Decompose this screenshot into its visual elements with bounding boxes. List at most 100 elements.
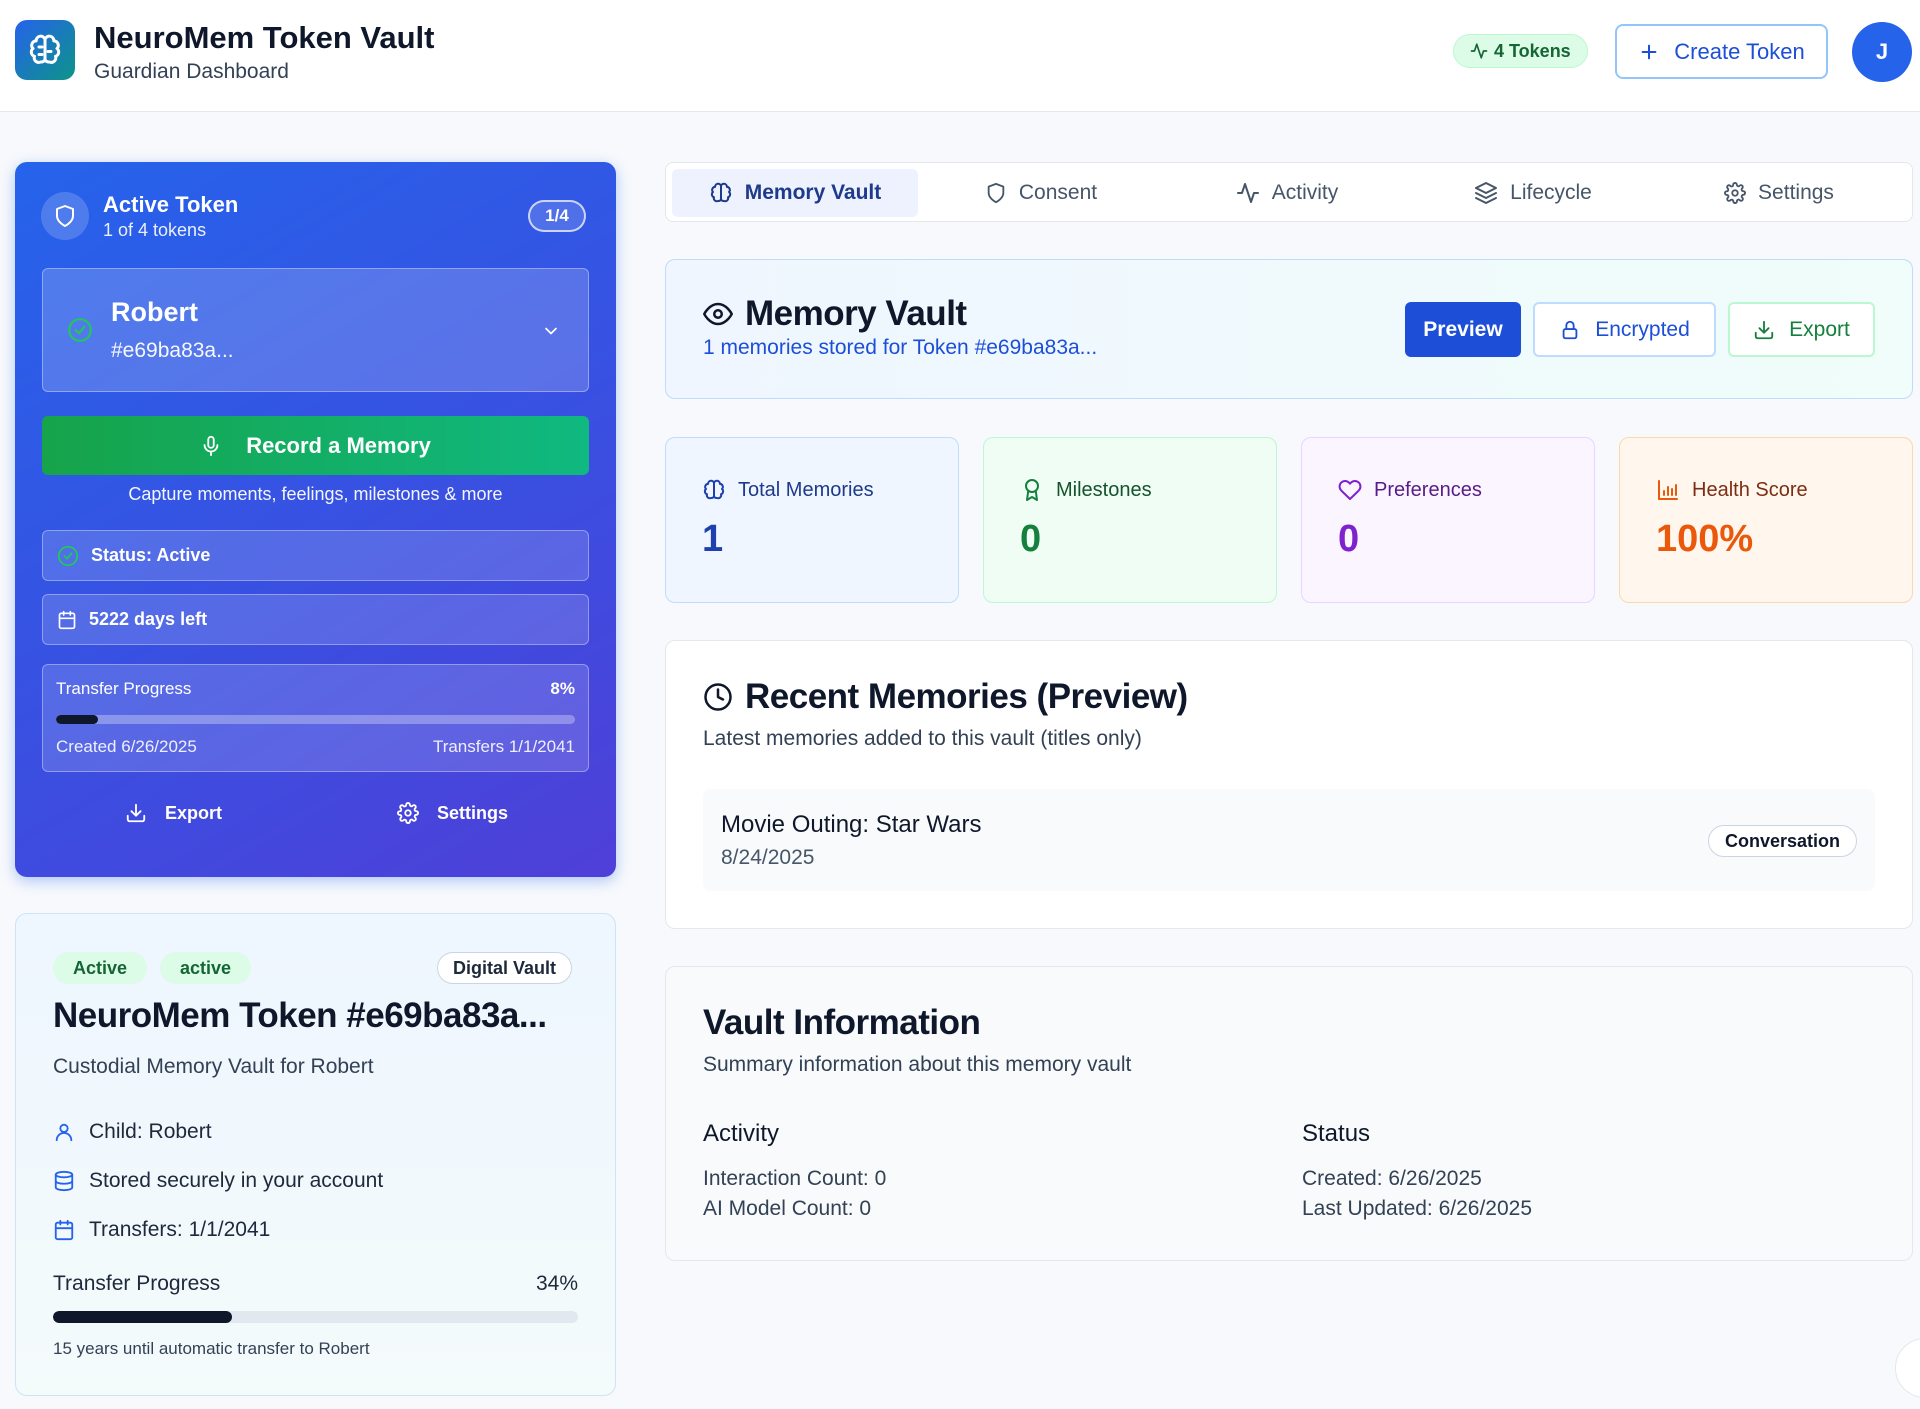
stat-health-score-text: Health Score — [1692, 478, 1808, 501]
info-progress-percent: 34% — [535, 1272, 578, 1295]
token-info-subtitle: Custodial Memory Vault for Robert — [53, 1055, 374, 1078]
info-progress-label: Transfer Progress — [53, 1272, 221, 1295]
gear-icon — [1724, 182, 1747, 204]
selected-token-hash: #e69ba83a... — [111, 339, 234, 362]
stat-total-memories-text: Total Memories — [738, 478, 874, 501]
create-token-button[interactable]: Create Token — [1615, 24, 1828, 79]
tab-memory-vault[interactable]: Memory Vault — [672, 169, 918, 217]
token-export-button[interactable]: Export — [125, 802, 222, 824]
stat-total-memories-value: 1 — [702, 518, 724, 560]
tab-consent-label: Consent — [1018, 181, 1098, 204]
list-item[interactable]: Movie Outing: Star Wars 8/24/2025 Conver… — [703, 789, 1875, 891]
app-subtitle: Guardian Dashboard — [94, 60, 289, 83]
active-token-card: Active Token 1 of 4 tokens 1/4 Robert #e… — [15, 162, 616, 877]
tokens-badge-label: 4 Tokens — [1494, 40, 1571, 61]
active-badge: Active — [53, 952, 148, 984]
brain-logo-icon[interactable] — [15, 20, 75, 80]
stat-health-score-label: Health Score — [1656, 478, 1808, 502]
preview-button[interactable]: Preview — [1405, 302, 1521, 357]
days-left-text: 5222 days left — [89, 609, 208, 629]
recent-memories-title: Recent Memories (Preview) — [703, 677, 1188, 717]
token-counter-badge: 1/4 — [528, 200, 586, 232]
chevron-down-icon — [541, 321, 561, 341]
activity-icon — [1470, 43, 1488, 59]
storage-row: Stored securely in your account — [53, 1169, 383, 1193]
token-created-date: Created 6/26/2025 — [56, 737, 197, 756]
days-left-pill: 5222 days left — [42, 594, 589, 645]
tokens-count-badge: 4 Tokens — [1453, 34, 1588, 68]
app-header: NeuroMem Token Vault Guardian Dashboard … — [0, 0, 1920, 112]
selected-token-name: Robert — [111, 297, 198, 327]
recent-memories-title-text: Recent Memories (Preview) — [745, 677, 1188, 716]
tab-lifecycle-label: Lifecycle — [1510, 181, 1592, 204]
stat-preferences-text: Preferences — [1374, 478, 1482, 501]
plus-icon — [1641, 44, 1657, 59]
record-memory-button[interactable]: Record a Memory — [42, 416, 589, 475]
record-memory-label: Record a Memory — [246, 432, 431, 458]
main-tabs: Memory Vault Consent Activity Lifecycle … — [665, 162, 1913, 222]
stat-milestones-value: 0 — [1020, 518, 1042, 560]
recent-memories-panel: Recent Memories (Preview) Latest memorie… — [665, 640, 1913, 929]
heart-icon — [1338, 480, 1362, 500]
brain-icon — [703, 479, 725, 500]
shield-icon — [41, 192, 89, 240]
tab-activity[interactable]: Activity — [1164, 169, 1410, 217]
transfer-progress-label: Transfer Progress — [56, 679, 192, 698]
vault-info-title: Vault Information — [703, 1003, 981, 1042]
brain-icon — [710, 182, 731, 203]
user-icon — [55, 1123, 73, 1142]
tab-activity-label: Activity — [1271, 181, 1339, 204]
activity-heading: Activity — [703, 1120, 780, 1147]
tab-settings-label: Settings — [1758, 181, 1834, 204]
memory-vault-title-text: Memory Vault — [745, 294, 967, 333]
vault-export-button[interactable]: Export — [1728, 302, 1875, 357]
active-token-title: Active Token — [103, 192, 239, 217]
calendar-icon — [58, 610, 76, 629]
token-export-label: Export — [165, 802, 223, 823]
stat-total-memories-label: Total Memories — [702, 478, 874, 502]
token-info-card: Active active Digital Vault NeuroMem Tok… — [15, 913, 616, 1396]
stat-preferences-value: 0 — [1338, 518, 1360, 560]
memory-item-title: Movie Outing: Star Wars — [721, 811, 982, 838]
lock-icon — [1562, 320, 1578, 339]
vault-last-updated: Last Updated: 6/26/2025 — [1302, 1197, 1533, 1220]
stat-milestones-label: Milestones — [1020, 478, 1152, 502]
token-status-text: Status: Active — [91, 545, 211, 565]
memory-type-badge: Conversation — [1707, 825, 1857, 857]
clock-icon — [704, 683, 732, 711]
vault-information-panel: Vault Information Summary information ab… — [665, 966, 1913, 1261]
token-status-pill: Status: Active — [42, 530, 589, 581]
child-row: Child: Robert — [53, 1120, 212, 1144]
user-avatar[interactable]: J — [1852, 22, 1912, 82]
transfer-progress-percent: 8% — [550, 679, 575, 698]
eye-icon — [703, 302, 733, 326]
status-badge: active — [160, 952, 252, 984]
tab-settings[interactable]: Settings — [1656, 169, 1902, 217]
encrypted-button[interactable]: Encrypted — [1533, 302, 1716, 357]
status-heading: Status — [1302, 1120, 1371, 1147]
stat-preferences-label: Preferences — [1338, 478, 1482, 502]
vault-type-badge: Digital Vault — [437, 952, 573, 984]
storage-text: Stored securely in your account — [89, 1169, 384, 1192]
create-token-label: Create Token — [1674, 38, 1805, 64]
transfers-text: Transfers: 1/1/2041 — [89, 1218, 271, 1241]
tab-lifecycle[interactable]: Lifecycle — [1410, 169, 1656, 217]
bar-chart-icon — [1658, 480, 1678, 500]
gear-icon — [397, 802, 419, 824]
floating-action-button[interactable] — [1895, 1338, 1920, 1398]
memory-vault-title: Memory Vault — [703, 294, 967, 334]
token-settings-button[interactable]: Settings — [397, 802, 508, 824]
vault-export-label: Export — [1789, 317, 1850, 341]
transfers-row: Transfers: 1/1/2041 — [53, 1218, 270, 1242]
info-progress-note: 15 years until automatic transfer to Rob… — [53, 1339, 370, 1358]
tab-consent[interactable]: Consent — [918, 169, 1164, 217]
transfer-progress-fill — [56, 715, 98, 724]
token-selector-dropdown[interactable]: Robert #e69ba83a... — [42, 268, 589, 392]
transfer-progress-box: Transfer Progress 8% Created 6/26/2025 T… — [42, 664, 589, 772]
calendar-icon — [54, 1219, 74, 1241]
stat-health-score: Health Score 100% — [1619, 437, 1913, 603]
layers-icon — [1475, 182, 1498, 204]
transfer-progress-bar — [56, 715, 575, 724]
child-text: Child: Robert — [89, 1120, 212, 1143]
memory-vault-subtitle: 1 memories stored for Token #e69ba83a... — [703, 336, 1098, 359]
